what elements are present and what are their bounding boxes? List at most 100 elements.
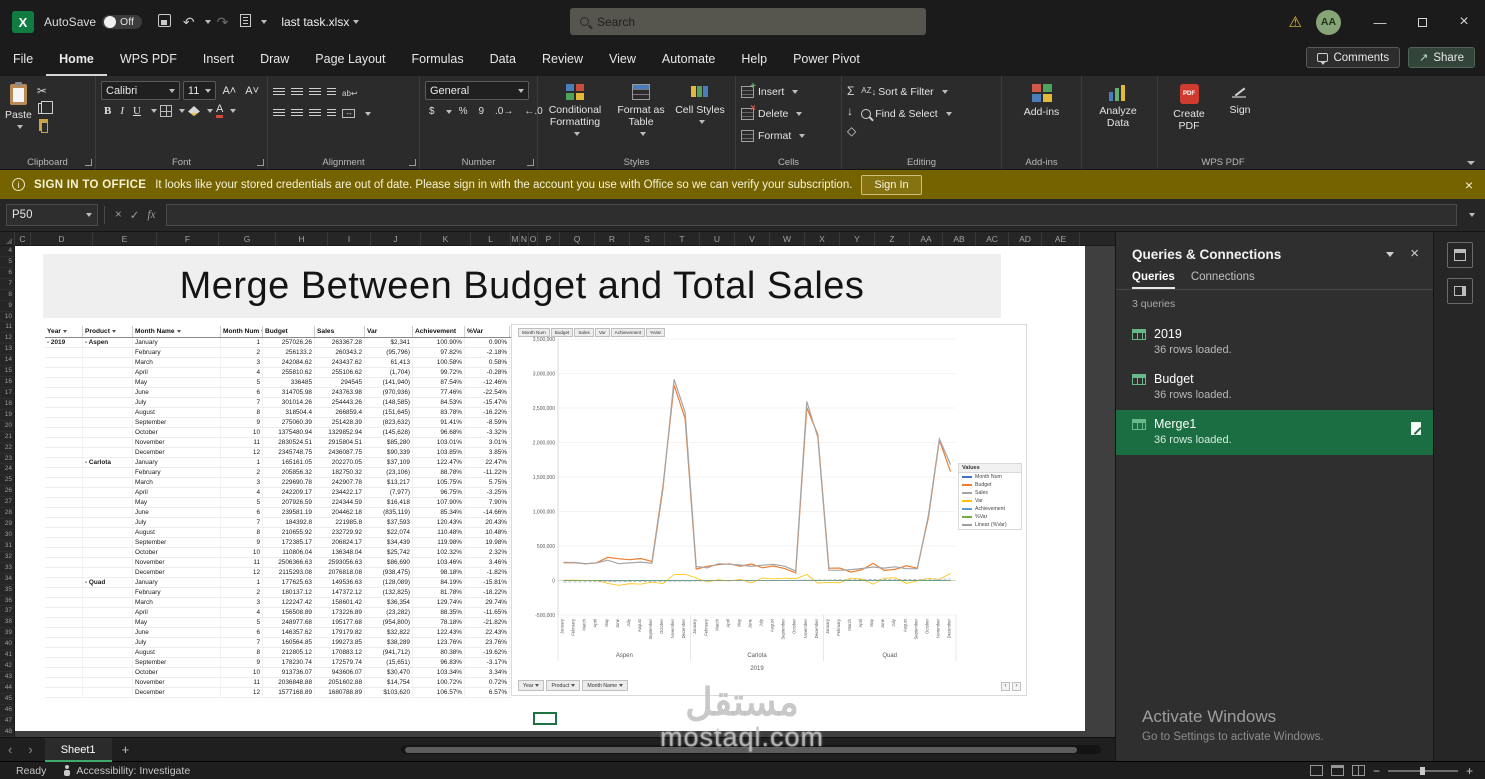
row-header-34[interactable]: 34 — [0, 574, 14, 585]
table-header-month-num[interactable]: Month Num — [221, 326, 263, 337]
table-cell[interactable] — [45, 538, 83, 547]
table-cell[interactable] — [83, 638, 133, 647]
table-cell[interactable]: -16.22% — [465, 408, 510, 417]
zoom-slider[interactable] — [1388, 770, 1458, 772]
table-cell[interactable]: August — [133, 528, 221, 537]
table-cell[interactable] — [83, 508, 133, 517]
table-cell[interactable]: 4 — [221, 488, 263, 497]
table-cell[interactable]: (823,632) — [365, 418, 413, 427]
table-cell[interactable]: $86,690 — [365, 558, 413, 567]
column-header-t[interactable]: T — [665, 232, 700, 246]
table-cell[interactable]: 7.90% — [465, 498, 510, 507]
column-header-ab[interactable]: AB — [943, 232, 976, 246]
chart-filter-year[interactable]: Year — [518, 680, 544, 691]
scrollbar-thumb[interactable] — [405, 747, 1077, 753]
font-color-icon[interactable]: A — [216, 104, 223, 118]
table-row[interactable]: May5336485294545(141,940)87.54%-12.46% — [45, 378, 512, 388]
row-header-23[interactable]: 23 — [0, 454, 14, 465]
table-cell[interactable]: (95,796) — [365, 348, 413, 357]
row-header-19[interactable]: 19 — [0, 410, 14, 421]
row-header-37[interactable]: 37 — [0, 606, 14, 617]
table-cell[interactable]: March — [133, 478, 221, 487]
table-cell[interactable]: 943606.07 — [315, 668, 365, 677]
column-header-o[interactable]: O — [529, 232, 538, 246]
table-cell[interactable] — [45, 648, 83, 657]
table-cell[interactable]: - Aspen — [83, 338, 133, 347]
column-header-q[interactable]: Q — [560, 232, 595, 246]
table-cell[interactable]: July — [133, 638, 221, 647]
table-cell[interactable]: 207926.59 — [263, 498, 315, 507]
warning-icon[interactable] — [1289, 13, 1302, 32]
borders-icon[interactable] — [160, 105, 172, 117]
table-cell[interactable]: 100.58% — [413, 358, 465, 367]
column-header-y[interactable]: Y — [840, 232, 875, 246]
table-cell[interactable]: (835,119) — [365, 508, 413, 517]
fill-icon[interactable] — [847, 103, 856, 119]
row-header-39[interactable]: 39 — [0, 628, 14, 639]
row-header-33[interactable]: 33 — [0, 563, 14, 574]
table-cell[interactable] — [83, 468, 133, 477]
table-cell[interactable]: 180137.12 — [263, 588, 315, 597]
row-header-31[interactable]: 31 — [0, 541, 14, 552]
table-cell[interactable]: 182750.32 — [315, 468, 365, 477]
table-cell[interactable] — [45, 378, 83, 387]
table-cell[interactable]: 301014.26 — [263, 398, 315, 407]
table-cell[interactable]: September — [133, 658, 221, 667]
table-cell[interactable]: 10 — [221, 668, 263, 677]
table-row[interactable]: August8212805.12170883.12(941,712)80.38%… — [45, 648, 512, 658]
chart-field-sales[interactable]: Sales — [574, 328, 594, 337]
table-row[interactable]: July7301014.26254443.26(148,585)84.53%-1… — [45, 398, 512, 408]
row-header-22[interactable]: 22 — [0, 443, 14, 454]
sheet-tab-sheet1[interactable]: Sheet1 — [45, 738, 112, 762]
table-cell[interactable] — [83, 438, 133, 447]
table-cell[interactable]: June — [133, 508, 221, 517]
table-cell[interactable] — [83, 368, 133, 377]
conditional-formatting-button[interactable]: Conditional Formatting — [543, 81, 607, 136]
table-cell[interactable]: $37,109 — [365, 458, 413, 467]
table-cell[interactable]: 19.98% — [465, 538, 510, 547]
table-cell[interactable]: 2051602.88 — [315, 678, 365, 687]
row-header-29[interactable]: 29 — [0, 519, 14, 530]
ribbon-tab-draw[interactable]: Draw — [247, 44, 302, 76]
chart-filter-month-name[interactable]: Month Name — [582, 680, 628, 691]
table-header-sales[interactable]: Sales — [315, 326, 365, 337]
table-cell[interactable]: 83.78% — [413, 408, 465, 417]
table-cell[interactable]: November — [133, 438, 221, 447]
table-cell[interactable]: 2 — [221, 348, 263, 357]
table-cell[interactable]: November — [133, 558, 221, 567]
table-cell[interactable] — [45, 438, 83, 447]
chart-pager[interactable]: ‹ › — [1001, 682, 1021, 691]
table-cell[interactable]: September — [133, 538, 221, 547]
table-cell[interactable]: 2 — [221, 468, 263, 477]
table-cell[interactable]: 9 — [221, 418, 263, 427]
table-cell[interactable]: (151,645) — [365, 408, 413, 417]
chart-field-achievement[interactable]: Achievement — [611, 328, 646, 337]
table-cell[interactable]: 147372.12 — [315, 588, 365, 597]
table-cell[interactable]: July — [133, 398, 221, 407]
table-cell[interactable] — [45, 488, 83, 497]
normal-view-icon[interactable] — [1310, 765, 1323, 776]
enter-icon[interactable] — [126, 208, 144, 222]
table-cell[interactable]: 0.72% — [465, 678, 510, 687]
accessibility-status[interactable]: Accessibility: Investigate — [62, 765, 190, 777]
table-cell[interactable]: 160564.85 — [263, 638, 315, 647]
table-cell[interactable]: 107.90% — [413, 498, 465, 507]
table-cell[interactable]: 61,413 — [365, 358, 413, 367]
query-item-budget[interactable]: Budget36 rows loaded. — [1116, 365, 1433, 410]
table-cell[interactable]: 7 — [221, 638, 263, 647]
table-row[interactable]: - QuadJanuary1177625.63149536.63(128,089… — [45, 578, 512, 588]
table-cell[interactable]: -18.22% — [465, 588, 510, 597]
expand-formula-bar-icon[interactable] — [1469, 213, 1475, 217]
row-header-24[interactable]: 24 — [0, 464, 14, 475]
table-cell[interactable] — [83, 598, 133, 607]
table-cell[interactable] — [83, 648, 133, 657]
column-header-e[interactable]: E — [93, 232, 157, 246]
table-cell[interactable]: 100.90% — [413, 338, 465, 347]
table-cell[interactable]: 232729.92 — [315, 528, 365, 537]
row-header-7[interactable]: 7 — [0, 279, 14, 290]
table-cell[interactable]: $25,742 — [365, 548, 413, 557]
table-cell[interactable]: 88.35% — [413, 608, 465, 617]
ribbon-tab-file[interactable]: File — [0, 44, 46, 76]
table-cell[interactable]: 87.54% — [413, 378, 465, 387]
table-row[interactable]: May5207926.59224344.59$16,418107.90%7.90… — [45, 498, 512, 508]
